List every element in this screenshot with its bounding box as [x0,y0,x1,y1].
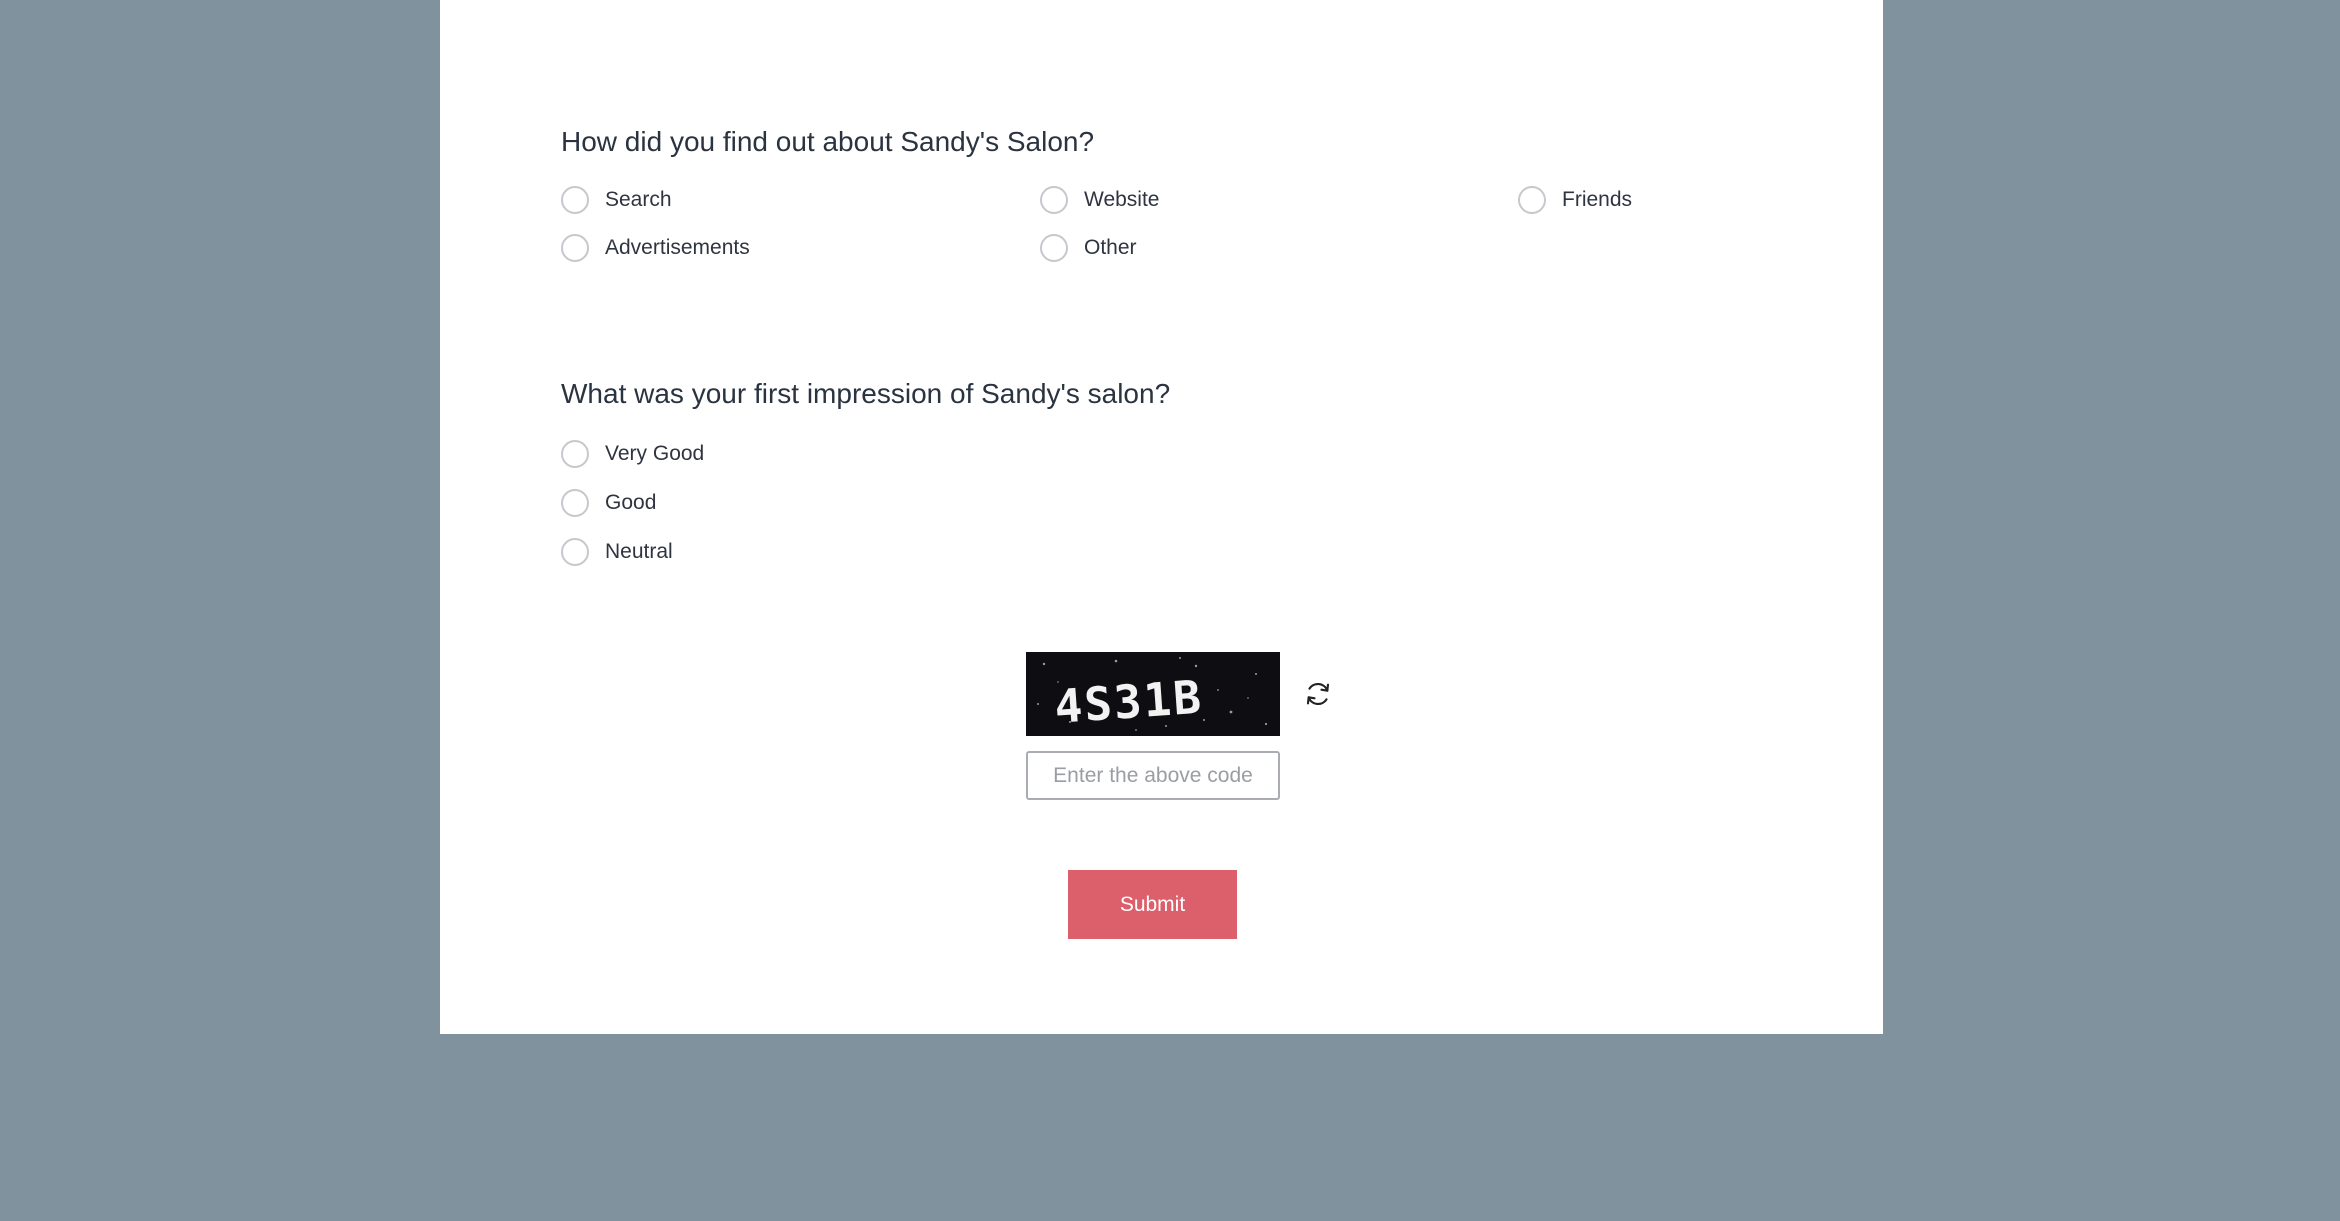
survey-form: How did you find out about Sandy's Salon… [440,0,1883,1034]
radio-button[interactable] [561,538,589,566]
option-friends[interactable]: Friends [1518,186,1632,214]
submit-button[interactable]: Submit [1068,870,1237,939]
option-label: Good [605,491,657,514]
option-label: Very Good [605,442,705,465]
captcha-code-text: 4S31B [1053,670,1205,734]
option-label: Advertisements [605,236,750,259]
option-other[interactable]: Other [1040,234,1137,262]
radio-button[interactable] [561,186,589,214]
option-label: Neutral [605,540,673,563]
option-neutral[interactable]: Neutral [561,538,673,566]
option-website[interactable]: Website [1040,186,1159,214]
option-label: Website [1084,188,1160,211]
radio-button[interactable] [1040,234,1068,262]
option-label: Friends [1562,188,1633,211]
option-advertisements[interactable]: Advertisements [561,234,750,262]
option-label: Other [1084,236,1137,259]
option-very-good[interactable]: Very Good [561,440,704,468]
option-label: Search [605,188,672,211]
option-search[interactable]: Search [561,186,672,214]
radio-button[interactable] [1518,186,1546,214]
radio-button[interactable] [561,234,589,262]
question-source-title: How did you find out about Sandy's Salon… [561,126,1095,157]
option-good[interactable]: Good [561,489,656,517]
radio-button[interactable] [561,440,589,468]
captcha-image: 4S31B [1026,652,1280,736]
radio-button[interactable] [1040,186,1068,214]
captcha-graphic: 4S31B [1037,657,1268,734]
refresh-icon[interactable] [1302,678,1334,710]
question-impression-title: What was your first impression of Sandy'… [561,378,1171,409]
captcha-code-input[interactable] [1026,751,1280,800]
radio-button[interactable] [561,489,589,517]
